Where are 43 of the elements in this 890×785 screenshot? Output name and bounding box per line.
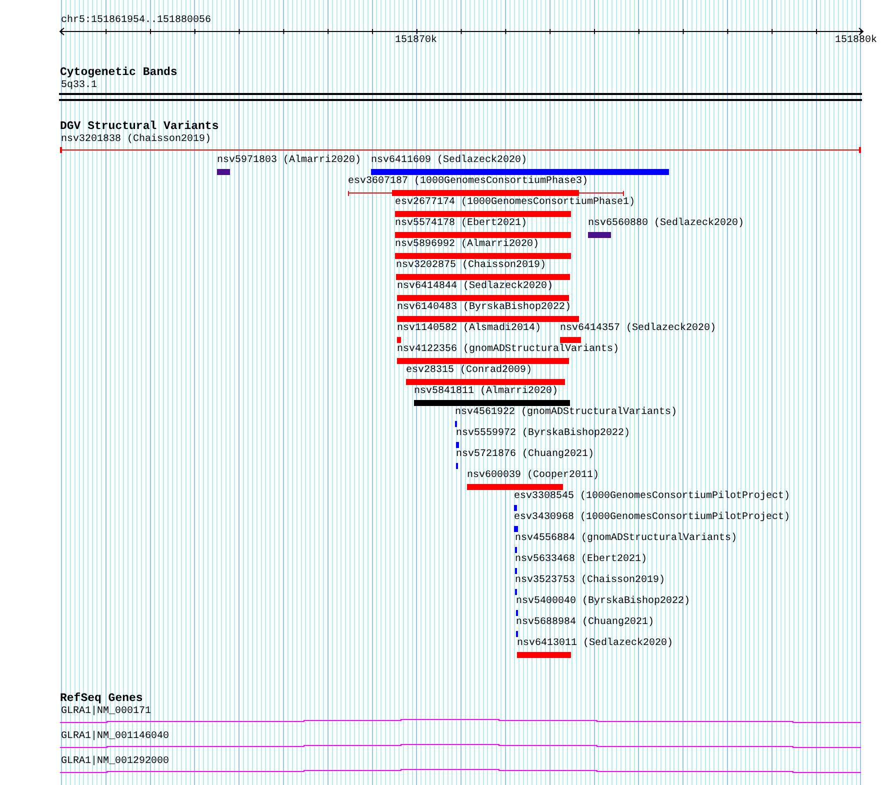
transcript-label: GLRA1|NM_001292000 — [61, 756, 170, 768]
variant-label: nsv3523753 (Chaisson2019) — [515, 575, 666, 587]
ruler-label: 151870k — [395, 35, 438, 47]
variant-label: nsv5633468 (Ebert2021) — [515, 554, 648, 566]
variant-label: nsv5574178 (Ebert2021) — [395, 218, 528, 230]
variant-label: nsv6414844 (Sedlazeck2020) — [397, 281, 554, 293]
track-title: Cytogenetic Bands — [60, 66, 178, 80]
variant-label: nsv6414357 (Sedlazeck2020) — [560, 323, 716, 335]
variant-label: nsv5721876 (Chuang2021) — [456, 449, 594, 461]
transcript-line[interactable] — [60, 743, 861, 749]
variant-bar[interactable] — [348, 190, 624, 196]
location-label: chr5:151861954..151880056 — [61, 15, 212, 27]
variant-label: nsv5559972 (ByrskaBishop2022) — [456, 428, 630, 440]
transcript-label: GLRA1|NM_001146040 — [61, 731, 170, 743]
variant-label: nsv3201838 (Chaisson2019) — [61, 134, 212, 146]
variant-label: nsv5400040 (ByrskaBishop2022) — [516, 596, 690, 608]
variant-label: esv3430968 (1000GenomesConsortiumPilotProject) — [514, 512, 790, 524]
variant-span[interactable] — [60, 147, 861, 153]
track-title: RefSeq Genes — [60, 692, 143, 706]
track-title: DGV Structural Variants — [60, 120, 219, 134]
variant-label: nsv4556884 (gnomADStructuralVariants) — [515, 533, 738, 545]
transcript-line[interactable] — [60, 718, 861, 724]
variant-label: esv3607187 (1000GenomesConsortiumPhase3) — [348, 176, 588, 188]
transcript-label: GLRA1|NM_000171 — [61, 706, 152, 718]
variant-label: esv28315 (Conrad2009) — [406, 365, 532, 377]
variant-label: nsv5896992 (Almarri2020) — [395, 239, 540, 251]
variant-label: esv3308545 (1000GenomesConsortiumPilotProject) — [514, 491, 790, 503]
variant-label: nsv6413011 (Sedlazeck2020) — [517, 638, 674, 650]
variant-label: nsv4561922 (gnomADStructuralVariants) — [455, 407, 678, 419]
variant-label: nsv6411609 (Sedlazeck2020) — [371, 155, 528, 167]
variant-label: nsv1140582 (Alsmadi2014) — [397, 323, 542, 335]
variant-label: nsv4122356 (gnomADStructuralVariants) — [397, 344, 620, 356]
ruler-label: 151880k — [835, 35, 878, 47]
transcript-line[interactable] — [60, 768, 861, 774]
variant-label: nsv3202875 (Chaisson2019) — [396, 260, 546, 272]
band-label: 5q33.1 — [61, 80, 98, 92]
variant-label: nsv5841811 (Almarri2020) — [414, 386, 558, 398]
variant-label: nsv6140483 (ByrskaBishop2022) — [397, 302, 572, 314]
variant-label: esv2677174 (1000GenomesConsortiumPhase1) — [395, 197, 636, 209]
variant-label: nsv5688984 (Chuang2021) — [516, 617, 654, 629]
variant-label: nsv600039 (Cooper2011) — [467, 470, 600, 482]
variant-label: nsv5971803 (Almarri2020) — [217, 155, 362, 167]
variant-label: nsv6560880 (Sedlazeck2020) — [588, 218, 744, 230]
